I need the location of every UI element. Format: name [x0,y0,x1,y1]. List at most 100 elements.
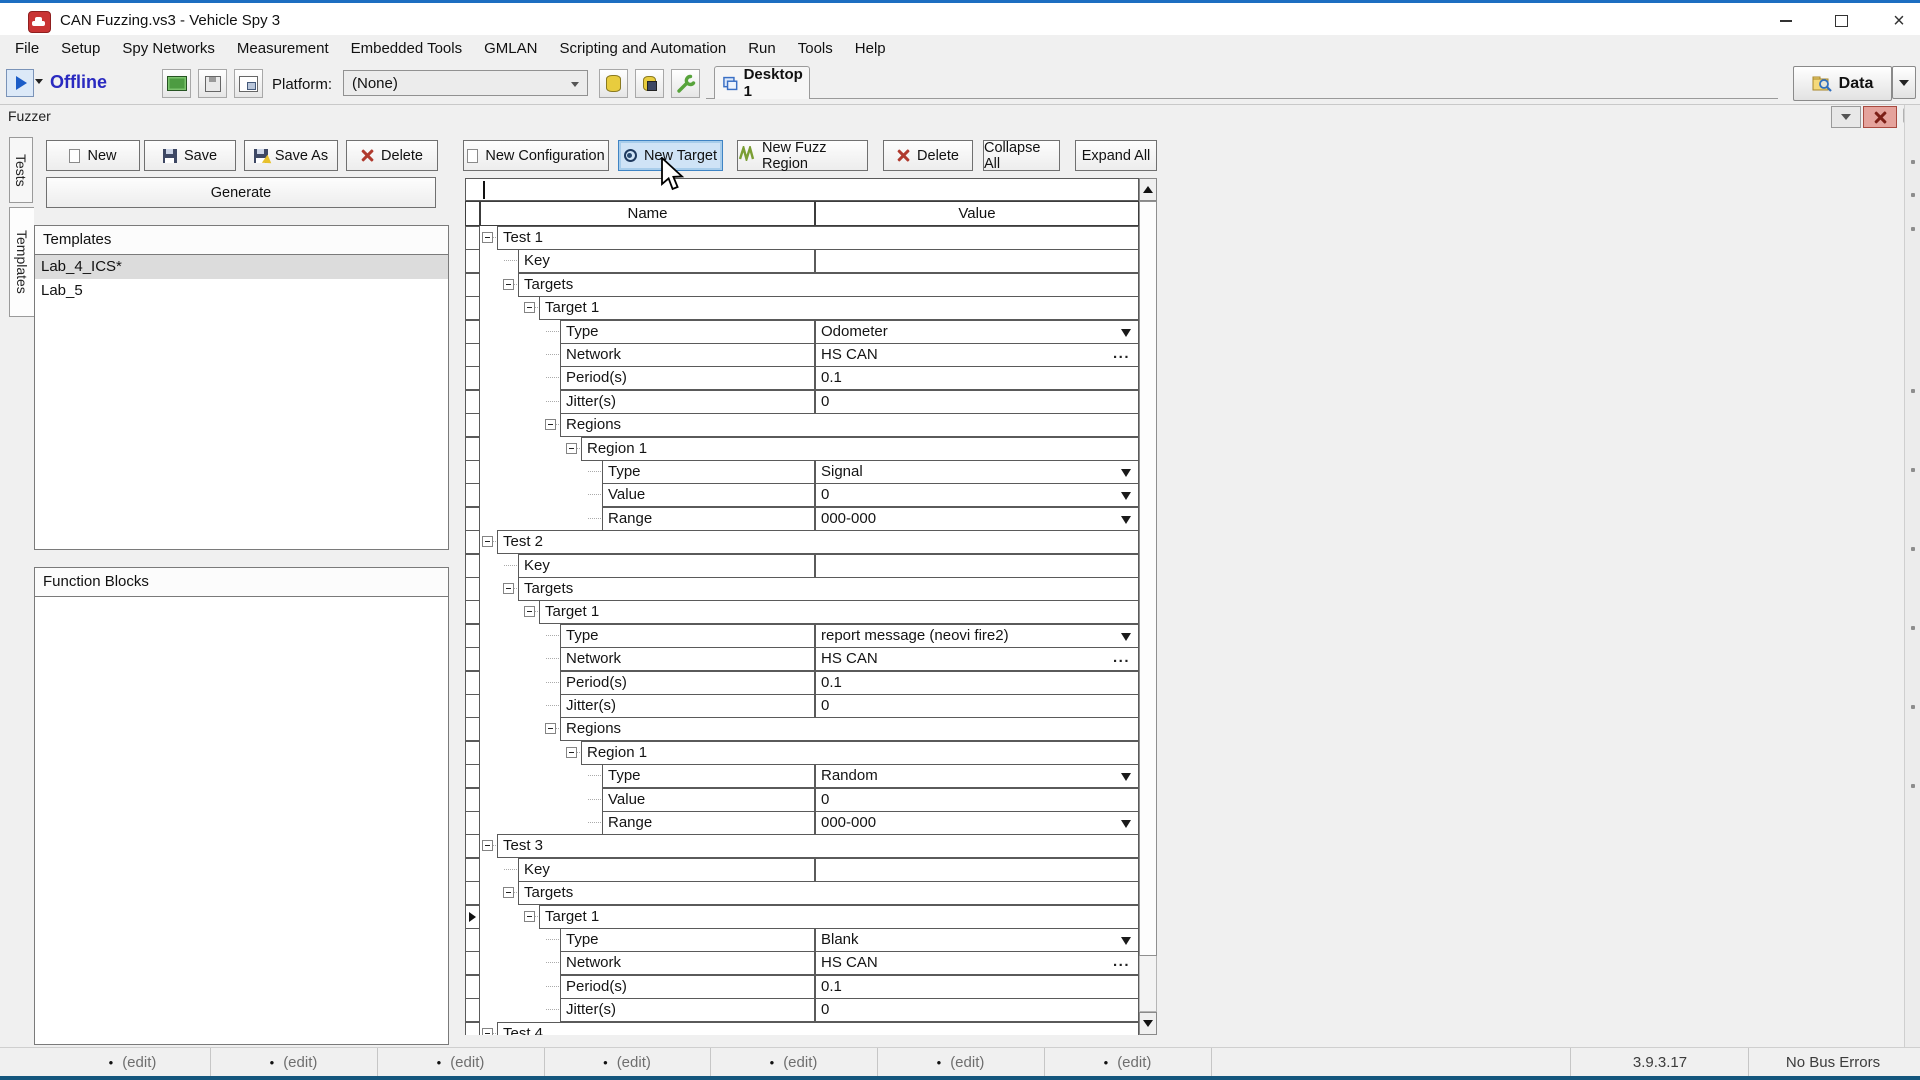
dropdown-arrow-icon[interactable] [1121,937,1131,945]
tree-row-region-1-22[interactable]: Region 1 [465,741,1157,765]
side-tab-templates[interactable]: Templates [9,207,34,317]
expand-toggle[interactable] [482,1028,493,1035]
menu-run[interactable]: Run [737,35,787,63]
value-cell[interactable]: HS CAN... [815,951,1139,975]
tree-row-type-23[interactable]: TypeRandom [465,764,1157,788]
edit-cell-7[interactable]: •(edit) [1044,1048,1212,1076]
edit-cell-3[interactable]: •(edit) [377,1048,545,1076]
tree-row-type-10[interactable]: TypeSignal [465,460,1157,484]
value-cell[interactable]: Signal [815,460,1139,484]
template-item-lab-5[interactable]: Lab_5 [35,279,448,303]
expand-toggle[interactable] [566,747,577,758]
tree-row-target-1-29[interactable]: Target 1 [465,905,1157,929]
data-button[interactable]: Data [1793,66,1892,101]
tree-row-targets-28[interactable]: Targets [465,881,1157,905]
menu-measurement[interactable]: Measurement [226,35,340,63]
setup-tools-button[interactable] [671,69,700,98]
expand-toggle[interactable] [545,723,556,734]
menu-gmlan[interactable]: GMLAN [473,35,548,63]
tree-row-type-17[interactable]: Typereport message (neovi fire2) [465,624,1157,648]
tree-row-type-30[interactable]: TypeBlank [465,928,1157,952]
scroll-up-button[interactable] [1139,178,1157,201]
menu-file[interactable]: File [4,35,50,63]
tree-row-jitter-s-7[interactable]: Jitter(s)0 [465,390,1157,414]
save-setup-button[interactable] [198,69,227,98]
value-cell[interactable]: 0 [815,390,1139,414]
menu-embedded-tools[interactable]: Embedded Tools [340,35,473,63]
tree-row-key-27[interactable]: Key [465,858,1157,882]
value-cell[interactable]: 0 [815,998,1139,1022]
save-button[interactable]: Save [144,140,236,171]
expand-toggle[interactable] [524,302,535,313]
tree-row-targets-2[interactable]: Targets [465,273,1157,297]
dropdown-arrow-icon[interactable] [1121,329,1131,337]
tree-row-range-12[interactable]: Range000-000 [465,507,1157,531]
expand-toggle[interactable] [482,232,493,243]
expand-all-button[interactable]: Expand All [1075,140,1157,171]
tree-row-test-1-0[interactable]: Test 1 [465,226,1157,250]
delete-button[interactable]: Delete [883,140,973,171]
value-cell[interactable]: 000-000 [815,811,1139,835]
ellipsis-button[interactable]: ... [1113,343,1130,365]
value-cell[interactable] [815,249,1139,273]
expand-toggle[interactable] [503,583,514,594]
value-cell[interactable] [815,554,1139,578]
value-cell[interactable]: 0.1 [815,975,1139,999]
tree-row-period-s-19[interactable]: Period(s)0.1 [465,671,1157,695]
delete-button[interactable]: Delete [346,140,438,171]
edit-cell-5[interactable]: •(edit) [710,1048,878,1076]
menu-scripting-and-automation[interactable]: Scripting and Automation [548,35,737,63]
tree-row-network-18[interactable]: NetworkHS CAN... [465,647,1157,671]
close-button[interactable]: × [1882,9,1916,33]
value-cell[interactable]: Odometer [815,320,1139,344]
expand-toggle[interactable] [503,887,514,898]
tree-row-regions-21[interactable]: Regions [465,717,1157,741]
platform-select[interactable]: (None) [343,70,588,96]
value-cell[interactable]: HS CAN... [815,343,1139,367]
new-button[interactable]: New [46,140,140,171]
dropdown-arrow-icon[interactable] [1121,469,1131,477]
tree-row-targets-15[interactable]: Targets [465,577,1157,601]
panel-close-button[interactable] [1863,106,1897,128]
tree-row-network-31[interactable]: NetworkHS CAN... [465,951,1157,975]
dropdown-arrow-icon[interactable] [1121,633,1131,641]
run-button[interactable] [6,69,34,97]
data-dropdown-caret[interactable] [1892,66,1916,99]
scroll-down-button[interactable] [1139,1012,1157,1035]
expand-toggle[interactable] [545,419,556,430]
maximize-button[interactable] [1824,9,1858,33]
dropdown-arrow-icon[interactable] [1121,820,1131,828]
new-configuration-button[interactable]: New Configuration [463,140,609,171]
edit-cell-2[interactable]: •(edit) [210,1048,378,1076]
expand-toggle[interactable] [524,606,535,617]
menu-spy-networks[interactable]: Spy Networks [111,35,226,63]
database-save-button[interactable] [635,69,664,98]
expand-toggle[interactable] [482,840,493,851]
hardware-button[interactable] [162,69,191,98]
edit-cell-6[interactable]: •(edit) [877,1048,1045,1076]
tree-row-type-4[interactable]: TypeOdometer [465,320,1157,344]
value-cell[interactable]: HS CAN... [815,647,1139,671]
ellipsis-button[interactable]: ... [1113,951,1130,973]
tree-row-region-1-9[interactable]: Region 1 [465,437,1157,461]
tree-row-test-3-26[interactable]: Test 3 [465,834,1157,858]
tree-row-key-14[interactable]: Key [465,554,1157,578]
tree-row-network-5[interactable]: NetworkHS CAN... [465,343,1157,367]
value-cell[interactable]: report message (neovi fire2) [815,624,1139,648]
tree-row-range-25[interactable]: Range000-000 [465,811,1157,835]
tree-row-test-4-34[interactable]: Test 4 [465,1022,1157,1035]
collapse-all-button[interactable]: Collapse All [983,140,1060,171]
tree-row-key-1[interactable]: Key [465,249,1157,273]
menu-tools[interactable]: Tools [787,35,844,63]
minimize-button[interactable] [1769,9,1803,33]
value-cell[interactable]: 000-000 [815,507,1139,531]
edit-cell-4[interactable]: •(edit) [544,1048,711,1076]
tree-row-value-11[interactable]: Value0 [465,483,1157,507]
value-cell[interactable]: 0.1 [815,366,1139,390]
tree-row-target-1-3[interactable]: Target 1 [465,296,1157,320]
database-button[interactable] [599,69,628,98]
value-cell[interactable] [815,858,1139,882]
tree-row-target-1-16[interactable]: Target 1 [465,600,1157,624]
value-cell[interactable]: 0 [815,788,1139,812]
expand-toggle[interactable] [566,443,577,454]
